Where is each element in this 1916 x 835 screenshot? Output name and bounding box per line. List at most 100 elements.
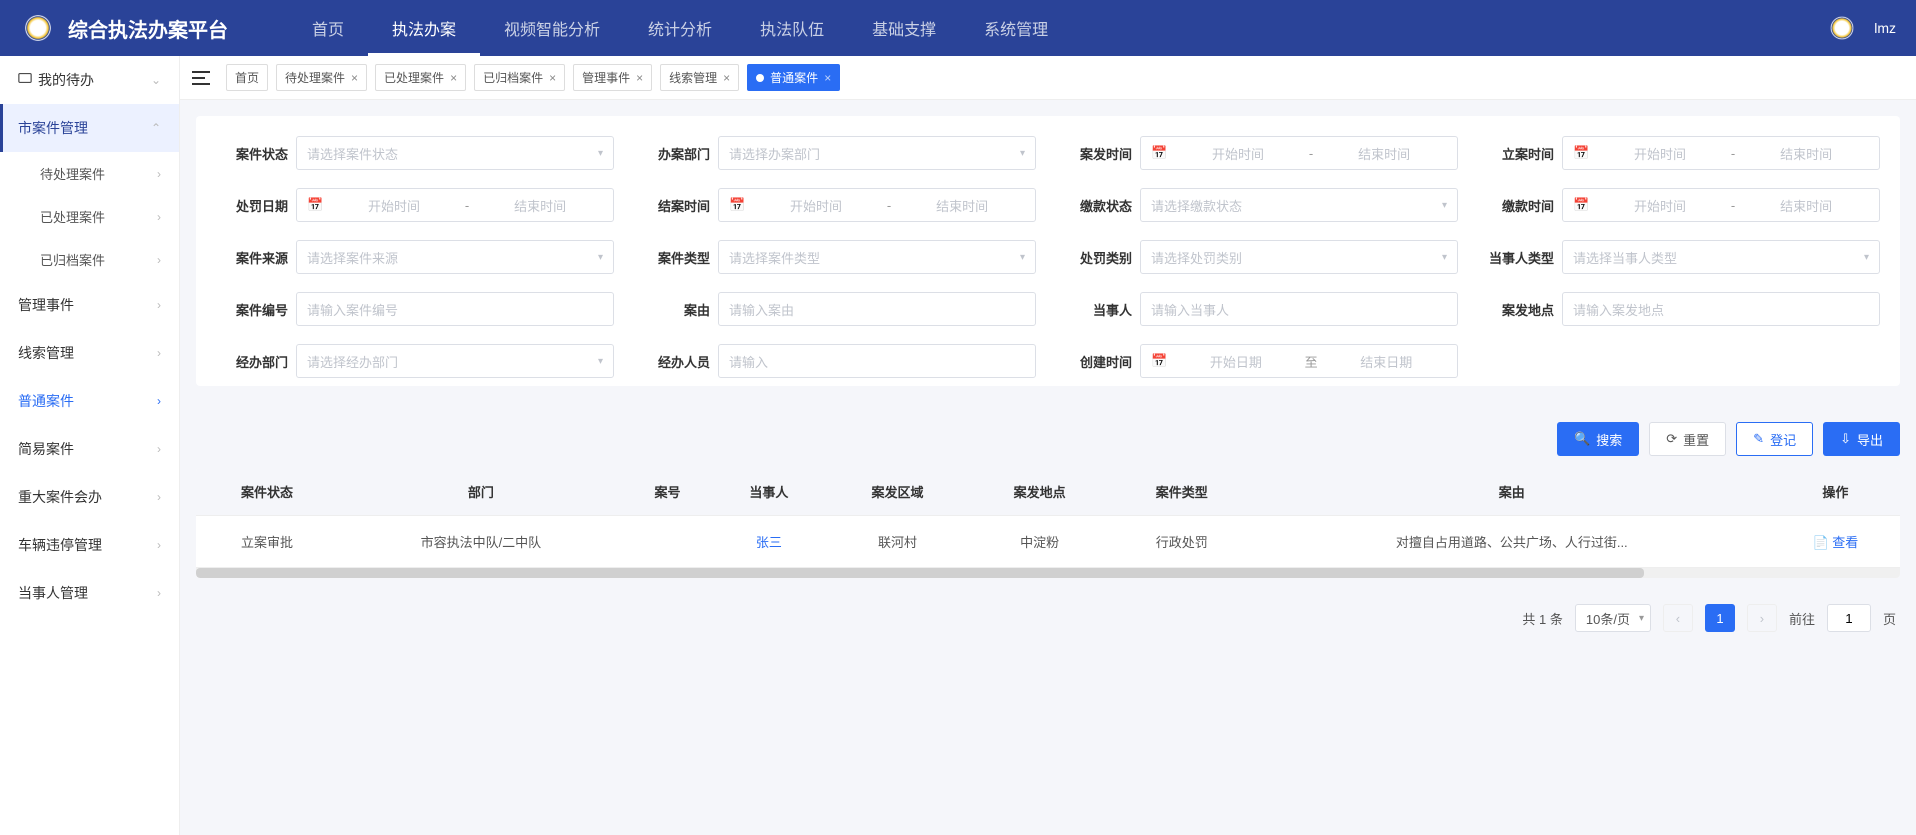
label-occur-place: 案发地点 xyxy=(1482,300,1554,319)
chevron-up-icon: ⌃ xyxy=(151,121,161,135)
tab-normal-case[interactable]: 普通案件× xyxy=(747,64,840,91)
nav-enforcement[interactable]: 执法办案 xyxy=(368,0,480,56)
daterange-file-time[interactable]: 📅开始时间-结束时间 xyxy=(1562,136,1880,170)
cell-area: 联河村 xyxy=(826,516,968,568)
sidebar-group-todo[interactable]: 我的待办 ⌄ xyxy=(0,56,179,104)
input-case-no[interactable]: 请输入案件编号 xyxy=(296,292,614,326)
sidebar-toggle-icon[interactable] xyxy=(192,71,210,85)
daterange-pay-time[interactable]: 📅开始时间-结束时间 xyxy=(1562,188,1880,222)
nav-system[interactable]: 系统管理 xyxy=(960,0,1072,56)
sidebar-label: 管理事件 xyxy=(18,295,74,315)
tab-event[interactable]: 管理事件× xyxy=(573,64,652,91)
chevron-right-icon: › xyxy=(157,394,161,408)
calendar-icon: 📅 xyxy=(1151,145,1167,161)
label-case-type: 案件类型 xyxy=(638,248,710,267)
sidebar-label: 线索管理 xyxy=(18,343,74,363)
placeholder: 结束时间 xyxy=(1743,144,1869,163)
label-occur-time: 案发时间 xyxy=(1060,144,1132,163)
th-cause: 案由 xyxy=(1253,468,1771,516)
tab-clue[interactable]: 线索管理× xyxy=(660,64,739,91)
close-icon[interactable]: × xyxy=(824,71,831,85)
export-button[interactable]: ⇩导出 xyxy=(1823,422,1900,456)
input-handler[interactable]: 请输入 xyxy=(718,344,1036,378)
sidebar-item-archived[interactable]: 已归档案件› xyxy=(0,238,179,281)
button-label: 登记 xyxy=(1770,430,1796,449)
next-page-button[interactable]: › xyxy=(1747,604,1777,632)
tab-processed[interactable]: 已处理案件× xyxy=(375,64,466,91)
select-case-source[interactable]: 请选择案件来源▾ xyxy=(296,240,614,274)
sidebar-item-pending[interactable]: 待处理案件› xyxy=(0,152,179,195)
tab-pending[interactable]: 待处理案件× xyxy=(276,64,367,91)
chevron-down-icon: ⌄ xyxy=(151,73,161,87)
sidebar-item-clue[interactable]: 线索管理 › xyxy=(0,329,179,377)
goto-prefix: 前往 xyxy=(1789,609,1815,628)
close-icon[interactable]: × xyxy=(351,71,358,85)
reset-button[interactable]: ⟳重置 xyxy=(1649,422,1726,456)
sidebar-group-case-mgmt[interactable]: 市案件管理 ⌃ xyxy=(0,104,179,152)
nav-team[interactable]: 执法队伍 xyxy=(736,0,848,56)
sidebar-item-normal-case[interactable]: 普通案件› xyxy=(0,377,179,425)
document-icon: 📄 xyxy=(1812,535,1828,550)
sidebar-item-event[interactable]: 管理事件 › xyxy=(0,281,179,329)
select-pay-status[interactable]: 请选择缴款状态▾ xyxy=(1140,188,1458,222)
placeholder: 请选择处罚类别 xyxy=(1151,248,1442,267)
prev-page-button[interactable]: ‹ xyxy=(1663,604,1693,632)
label-case-source: 案件来源 xyxy=(216,248,288,267)
sidebar-item-processed[interactable]: 已处理案件› xyxy=(0,195,179,238)
select-dept[interactable]: 请选择办案部门▾ xyxy=(718,136,1036,170)
chevron-down-icon: ▾ xyxy=(1864,252,1869,263)
close-icon[interactable]: × xyxy=(723,71,730,85)
tab-home[interactable]: 首页 xyxy=(226,64,268,91)
sidebar-item-party[interactable]: 当事人管理› xyxy=(0,569,179,617)
close-icon[interactable]: × xyxy=(636,71,643,85)
search-button[interactable]: 🔍搜索 xyxy=(1557,422,1639,456)
button-label: 重置 xyxy=(1683,430,1709,449)
placeholder: 开始时间 xyxy=(331,196,457,215)
select-handle-dept[interactable]: 请选择经办部门▾ xyxy=(296,344,614,378)
input-party[interactable]: 请输入当事人 xyxy=(1140,292,1458,326)
daterange-create-time[interactable]: 📅开始日期至结束日期 xyxy=(1140,344,1458,378)
cell-view-link[interactable]: 📄 查看 xyxy=(1771,516,1900,568)
th-op: 操作 xyxy=(1771,468,1900,516)
register-button[interactable]: ✎登记 xyxy=(1736,422,1813,456)
select-case-type[interactable]: 请选择案件类型▾ xyxy=(718,240,1036,274)
label-case-status: 案件状态 xyxy=(216,144,288,163)
nav-support[interactable]: 基础支撑 xyxy=(848,0,960,56)
close-icon[interactable]: × xyxy=(549,71,556,85)
input-occur-place[interactable]: 请输入案发地点 xyxy=(1562,292,1880,326)
select-punish-kind[interactable]: 请选择处罚类别▾ xyxy=(1140,240,1458,274)
chevron-right-icon: › xyxy=(157,298,161,312)
tab-archived[interactable]: 已归档案件 × xyxy=(474,64,565,91)
sidebar-label: 市案件管理 xyxy=(18,118,88,138)
sidebar-item-vehicle[interactable]: 车辆违停管理› xyxy=(0,521,179,569)
nav-video[interactable]: 视频智能分析 xyxy=(480,0,624,56)
sidebar-sub-label: 已归档案件 xyxy=(40,250,105,269)
scrollbar-thumb[interactable] xyxy=(196,568,1644,578)
sidebar-label: 车辆违停管理 xyxy=(18,535,102,555)
daterange-punish-date[interactable]: 📅开始时间-结束时间 xyxy=(296,188,614,222)
select-case-status[interactable]: 请选择案件状态▾ xyxy=(296,136,614,170)
button-label: 导出 xyxy=(1857,430,1883,449)
th-type: 案件类型 xyxy=(1111,468,1253,516)
chevron-right-icon: › xyxy=(157,346,161,360)
input-cause[interactable]: 请输入案由 xyxy=(718,292,1036,326)
username[interactable]: lmz xyxy=(1874,20,1896,36)
daterange-occur-time[interactable]: 📅开始时间-结束时间 xyxy=(1140,136,1458,170)
page-number[interactable]: 1 xyxy=(1705,604,1735,632)
cell-party-link[interactable]: 张三 xyxy=(711,516,826,568)
sidebar-item-simple-case[interactable]: 简易案件› xyxy=(0,425,179,473)
sidebar-item-major-case[interactable]: 重大案件会办› xyxy=(0,473,179,521)
tab-label: 已归档案件 xyxy=(483,69,543,86)
page-size-select[interactable]: 10条/页 xyxy=(1575,604,1651,632)
content-area: 首页 待处理案件× 已处理案件× 已归档案件 × 管理事件× 线索管理× 普通案件… xyxy=(180,56,1916,835)
placeholder: 请选择当事人类型 xyxy=(1573,248,1864,267)
goto-page-input[interactable] xyxy=(1827,604,1871,632)
daterange-close-time[interactable]: 📅开始时间-结束时间 xyxy=(718,188,1036,222)
close-icon[interactable]: × xyxy=(450,71,457,85)
user-avatar-icon[interactable] xyxy=(1826,12,1858,44)
horizontal-scrollbar[interactable] xyxy=(196,568,1900,578)
nav-home[interactable]: 首页 xyxy=(288,0,368,56)
chevron-down-icon: ▾ xyxy=(1442,252,1447,263)
select-party-type[interactable]: 请选择当事人类型▾ xyxy=(1562,240,1880,274)
nav-stats[interactable]: 统计分析 xyxy=(624,0,736,56)
